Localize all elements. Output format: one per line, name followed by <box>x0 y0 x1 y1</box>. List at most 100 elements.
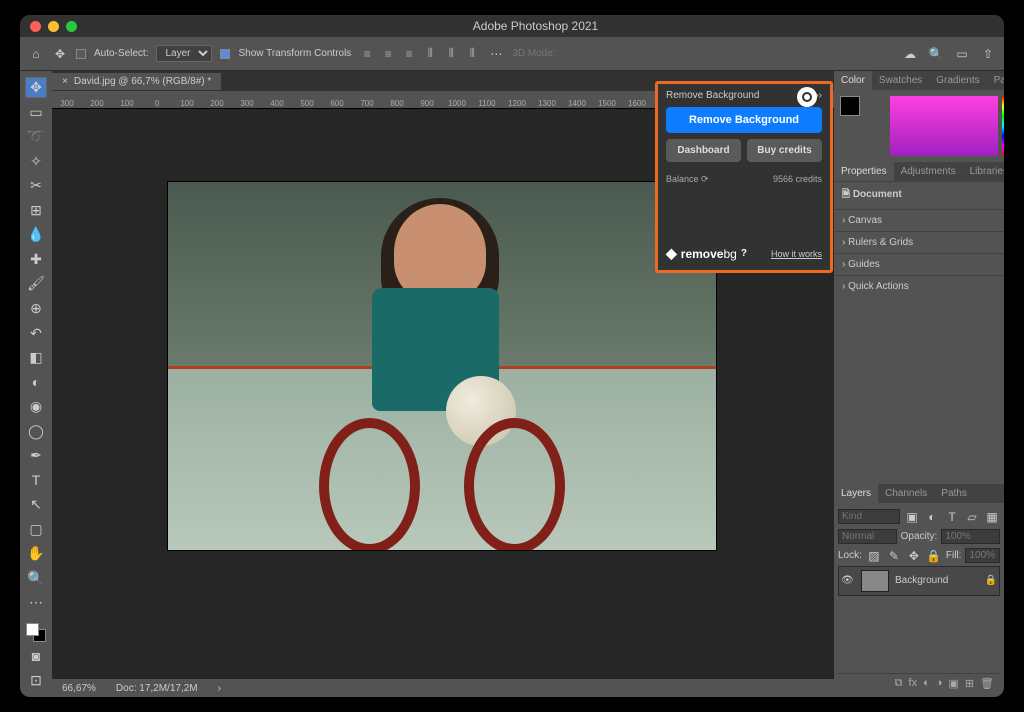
minimize-window-button[interactable] <box>48 21 59 32</box>
filter-shape-icon[interactable]: ▱ <box>964 509 980 525</box>
swatches-tab[interactable]: Swatches <box>872 71 929 90</box>
layer-thumb <box>861 570 889 592</box>
workspace-icon[interactable]: ▭ <box>954 46 970 62</box>
group-icon[interactable]: ▣ <box>948 677 958 690</box>
patterns-tab[interactable]: Patterns <box>987 71 1004 90</box>
eraser-tool[interactable]: ◧ <box>25 347 47 368</box>
cloud-icon[interactable]: ☁ <box>902 46 918 62</box>
more-icon[interactable]: ⋯ <box>488 46 504 62</box>
filter-image-icon[interactable]: ▣ <box>904 509 920 525</box>
auto-select-dropdown[interactable]: Layer <box>156 45 212 62</box>
properties-tab[interactable]: Properties <box>834 162 894 181</box>
search-icon[interactable]: 🔍 <box>928 46 944 62</box>
show-transform-checkbox[interactable] <box>220 49 230 59</box>
hand-tool[interactable]: ✋ <box>25 544 47 565</box>
heal-tool[interactable]: ✚ <box>25 249 47 270</box>
lasso-tool[interactable]: ➰ <box>25 127 47 148</box>
properties-panel-tabs: Properties Adjustments Libraries <box>834 162 1004 181</box>
gradients-tab[interactable]: Gradients <box>929 71 986 90</box>
adjustments-tab[interactable]: Adjustments <box>894 162 963 181</box>
eyedropper-tool[interactable]: 💧 <box>25 225 47 246</box>
refresh-icon[interactable]: ⟳ <box>701 174 709 184</box>
foreground-swatch[interactable] <box>840 96 860 116</box>
visibility-icon[interactable]: 👁 <box>841 575 855 586</box>
fill-value[interactable]: 100% <box>965 548 1000 563</box>
channels-tab[interactable]: Channels <box>878 484 934 503</box>
path-tool[interactable]: ↖ <box>25 495 47 516</box>
stamp-tool[interactable]: ⊕ <box>25 298 47 319</box>
align-icon[interactable]: ⫴ <box>443 46 459 62</box>
auto-select-checkbox[interactable] <box>76 49 86 59</box>
canvas-section[interactable]: › Canvas <box>834 209 1004 231</box>
kind-filter[interactable] <box>838 509 900 524</box>
libraries-tab[interactable]: Libraries <box>963 162 1004 181</box>
shape-tool[interactable]: ▢ <box>25 519 47 540</box>
opacity-value[interactable]: 100% <box>941 529 1000 544</box>
filter-adj-icon[interactable]: ◐ <box>924 509 940 525</box>
layers-tab[interactable]: Layers <box>834 484 878 503</box>
frame-tool[interactable]: ⊞ <box>25 200 47 221</box>
align-icon[interactable]: ≡ <box>359 46 375 62</box>
status-chevron-icon[interactable]: › <box>218 683 221 694</box>
zoom-tool[interactable]: 🔍 <box>25 568 47 589</box>
lock-trans-icon[interactable]: ▨ <box>866 548 882 564</box>
marquee-tool[interactable]: ▭ <box>25 102 47 123</box>
help-icon[interactable]: ? <box>741 248 747 259</box>
brush-tool[interactable]: 🖌 <box>25 274 47 295</box>
dashboard-button[interactable]: Dashboard <box>666 139 741 162</box>
buy-credits-button[interactable]: Buy credits <box>747 139 822 162</box>
screenmode-tool[interactable]: ⊡ <box>25 670 47 691</box>
zoom-level[interactable]: 66,67% <box>62 683 96 694</box>
lock-pos-icon[interactable]: ✥ <box>906 548 922 564</box>
filter-smart-icon[interactable]: ▦ <box>984 509 1000 525</box>
document-canvas[interactable] <box>167 181 717 551</box>
pen-tool[interactable]: ✒ <box>25 445 47 466</box>
filter-type-icon[interactable]: T <box>944 509 960 525</box>
lock-all-icon[interactable]: 🔒 <box>926 548 942 564</box>
guides-section[interactable]: › Guides <box>834 253 1004 275</box>
plugin-dock-icon[interactable] <box>797 87 817 107</box>
blur-tool[interactable]: ◉ <box>25 396 47 417</box>
align-icon[interactable]: ≡ <box>401 46 417 62</box>
blend-mode-select[interactable]: Normal <box>838 529 897 544</box>
toolbox: ✥ ▭ ➰ ✧ ✂ ⊞ 💧 ✚ 🖌 ⊕ ↶ ◧ ◐ ◉ ◯ ✒ T ↖ ▢ ✋ … <box>20 71 52 697</box>
close-window-button[interactable] <box>30 21 41 32</box>
title-bar: Adobe Photoshop 2021 <box>20 15 1004 37</box>
link-icon[interactable]: ⧉ <box>895 677 903 690</box>
how-it-works-link[interactable]: How it works <box>771 249 822 259</box>
home-icon[interactable]: ⌂ <box>28 46 44 62</box>
color-picker[interactable] <box>890 96 998 156</box>
crop-tool[interactable]: ✂ <box>25 176 47 197</box>
document-tab[interactable]: × David.jpg @ 66,7% (RGB/8#) * <box>52 73 221 90</box>
quickmask-tool[interactable]: ◙ <box>25 646 47 667</box>
hue-slider[interactable] <box>1002 96 1004 156</box>
trash-icon[interactable]: 🗑 <box>980 677 994 690</box>
gradient-tool[interactable]: ◐ <box>25 372 47 393</box>
close-tab-icon[interactable]: × <box>62 76 68 87</box>
fx-icon[interactable]: fx <box>909 677 918 690</box>
align-icon[interactable]: ⫴ <box>422 46 438 62</box>
remove-background-button[interactable]: Remove Background <box>666 107 822 133</box>
wand-tool[interactable]: ✧ <box>25 151 47 172</box>
paths-tab[interactable]: Paths <box>934 484 974 503</box>
mask-icon[interactable]: ◐ <box>923 677 930 690</box>
adjust-icon[interactable]: ◑ <box>936 677 943 690</box>
share-icon[interactable]: ⇧ <box>980 46 996 62</box>
opacity-label: Opacity: <box>901 531 938 542</box>
align-icons[interactable]: ≡ ≡ ≡ ⫴ ⫴ ⫴ <box>359 46 480 62</box>
edit-toolbar[interactable]: ⋯ <box>25 593 47 614</box>
color-tab[interactable]: Color <box>834 71 872 90</box>
align-icon[interactable]: ≡ <box>380 46 396 62</box>
new-layer-icon[interactable]: ⊞ <box>965 677 974 690</box>
dodge-tool[interactable]: ◯ <box>25 421 47 442</box>
history-brush-tool[interactable]: ↶ <box>25 323 47 344</box>
move-tool[interactable]: ✥ <box>25 77 47 98</box>
align-icon[interactable]: ⫴ <box>464 46 480 62</box>
type-tool[interactable]: T <box>25 470 47 491</box>
maximize-window-button[interactable] <box>66 21 77 32</box>
quickactions-section[interactable]: › Quick Actions <box>834 275 1004 297</box>
lock-pixel-icon[interactable]: ✎ <box>886 548 902 564</box>
rulers-section[interactable]: › Rulers & Grids <box>834 231 1004 253</box>
color-swatch[interactable] <box>26 623 46 642</box>
layer-row-background[interactable]: 👁 Background 🔒 <box>838 566 1000 596</box>
